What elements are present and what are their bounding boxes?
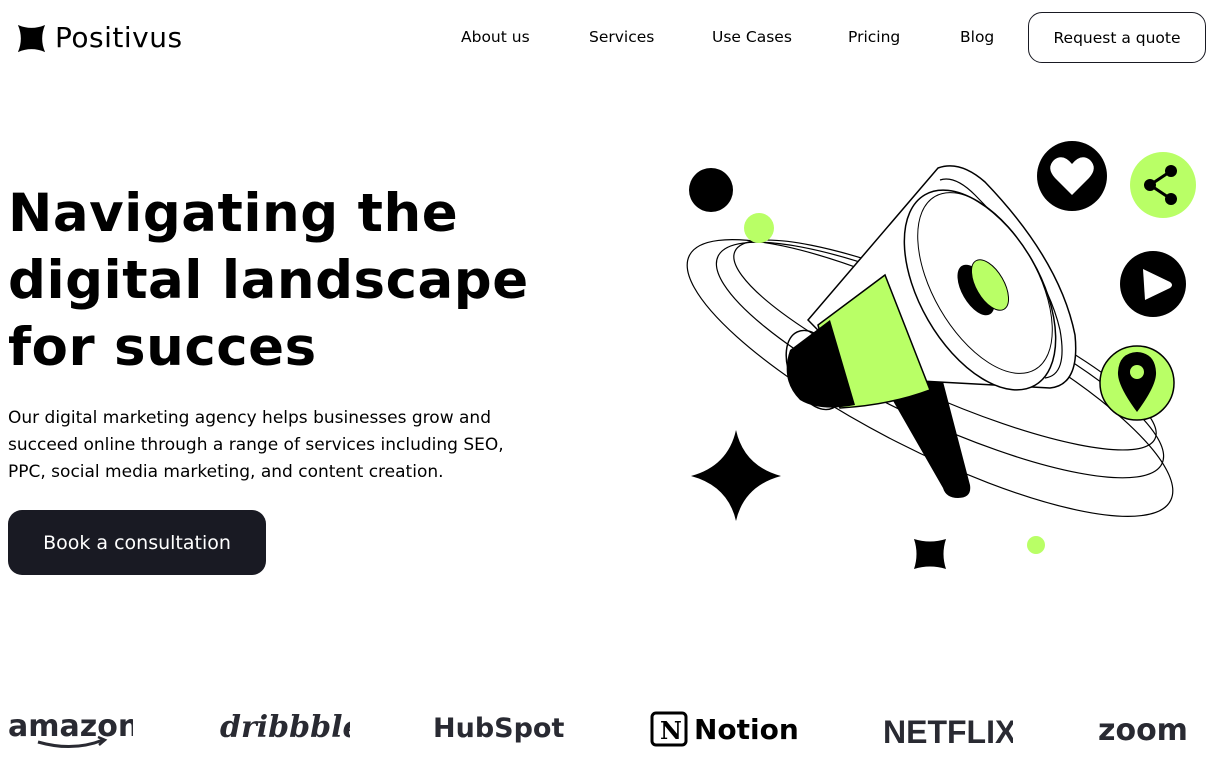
hero-description: Our digital marketing agency helps busin… [8, 405, 528, 486]
sparkle-icon [691, 430, 781, 521]
nav-link-pricing[interactable]: Pricing [848, 26, 900, 48]
amazon-logo-text: amazon [8, 710, 133, 744]
hero-description-line: succeed online through a range of servic… [8, 435, 504, 455]
hero-description-line: Our digital marketing agency helps busin… [8, 408, 491, 428]
share-icon [1130, 152, 1196, 218]
hero-description-line: PPC, social media marketing, and content… [8, 462, 444, 482]
client-logos: amazon dribbble HubSpot N Notion NETFLIX… [0, 700, 1218, 773]
logo[interactable]: Positivus [16, 20, 183, 56]
book-consultation-button[interactable]: Book a consultation [8, 510, 266, 575]
svg-text:N: N [660, 716, 682, 745]
hubspot-logo-text: HubSpot [433, 713, 564, 744]
hubspot-logo: HubSpot [433, 700, 568, 760]
hero-illustration [686, 141, 1196, 569]
positivus-logo-icon [17, 24, 46, 52]
hero-title: Navigating the digital landscape for suc… [8, 180, 568, 381]
netflix-logo-text: NETFLIX [883, 714, 1013, 750]
hero-title-line: Navigating the [8, 183, 459, 244]
zoom-logo-text: zoom [1098, 713, 1188, 748]
netflix-logo: NETFLIX [883, 700, 1013, 760]
play-icon [1120, 251, 1186, 317]
dribbble-logo: dribbble [220, 700, 350, 760]
logo-text: Positivus [55, 21, 183, 54]
black-dot [689, 168, 733, 212]
dribbble-logo-text: dribbble [220, 710, 350, 745]
amazon-logo: amazon [8, 700, 133, 760]
notion-logo-text: Notion [694, 713, 799, 746]
nav-link-services[interactable]: Services [589, 26, 654, 48]
notion-logo: N Notion [650, 700, 800, 760]
green-dot [744, 213, 774, 243]
hero-title-line: for succes [8, 317, 317, 378]
location-pin-icon [1099, 345, 1175, 421]
site-header: Positivus About us Services Use Cases Pr… [0, 0, 1218, 76]
nav-link-blog[interactable]: Blog [960, 26, 994, 48]
nav-link-use-cases[interactable]: Use Cases [712, 26, 792, 48]
nav-link-about-us[interactable]: About us [461, 26, 530, 48]
small-star-icon [914, 539, 946, 569]
green-dot [1027, 536, 1045, 554]
zoom-logo: zoom [1098, 700, 1218, 760]
request-quote-button[interactable]: Request a quote [1028, 12, 1206, 63]
hero-title-line: digital landscape [8, 250, 529, 311]
heart-icon [1037, 141, 1107, 211]
megaphone-icon [785, 165, 1077, 498]
